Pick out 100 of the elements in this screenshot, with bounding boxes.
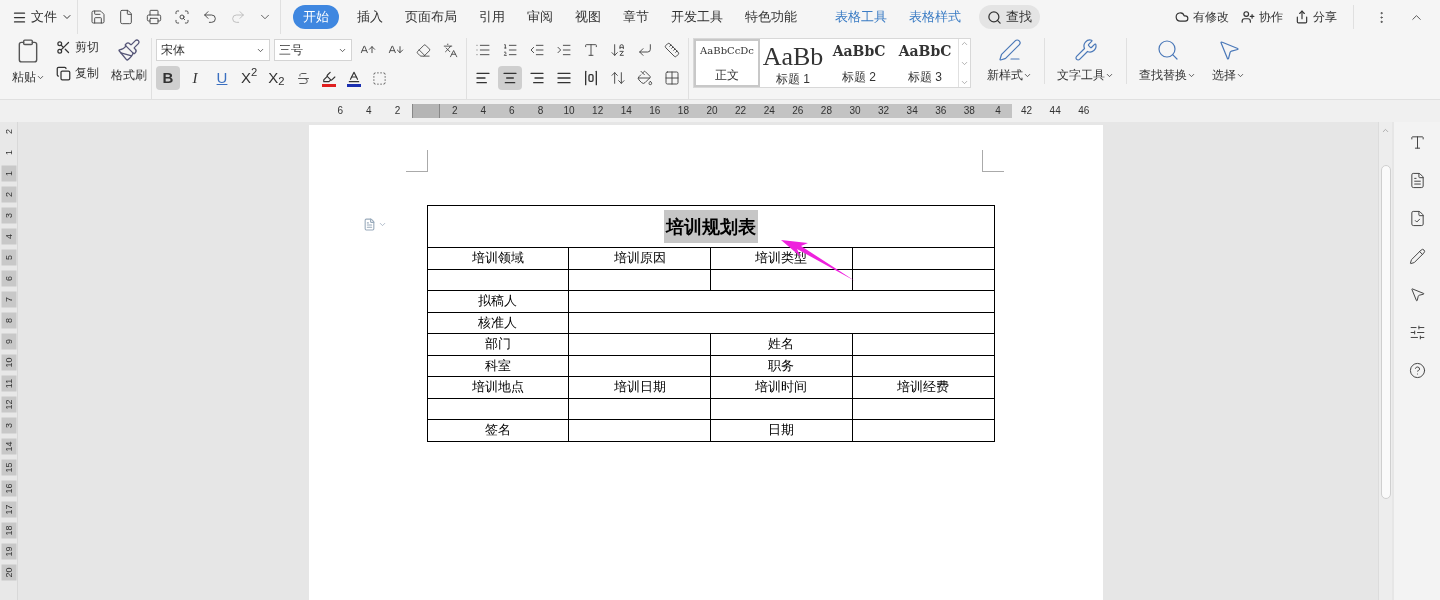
table-cell: 部门 — [427, 333, 569, 355]
ruler-number: 16 — [640, 104, 670, 118]
align-left-icon — [475, 70, 491, 86]
header-action[interactable]: 分享 — [1295, 8, 1337, 26]
distribute-icon — [583, 70, 599, 86]
copy-icon — [56, 65, 71, 81]
table-cell: 培训时间 — [710, 376, 853, 398]
ruler-number: 22 — [726, 104, 755, 118]
ribbon-tool-button[interactable]: 新样式 — [979, 38, 1040, 84]
ruler-number: 26 — [783, 104, 813, 118]
ruler-number: 3 — [1, 207, 16, 224]
table-cell: 培训经费 — [852, 376, 994, 398]
ribbon-tab[interactable]: 视图 — [571, 5, 605, 29]
ruler-number: 34 — [897, 104, 927, 118]
ribbon-tab[interactable]: 开始 — [293, 5, 339, 29]
ruler-number: 28 — [812, 104, 841, 118]
ribbon-tab[interactable]: 表格工具 — [831, 5, 891, 29]
font-name-field[interactable]: 宋体 — [156, 39, 270, 61]
format-button[interactable]: B — [156, 66, 180, 90]
ruler-number: 4 — [1, 228, 16, 245]
ruler-number: 4 — [365, 104, 373, 118]
text-icon — [583, 42, 599, 58]
style-preset[interactable]: AaBbC 标题 2 — [826, 39, 892, 87]
share-icon — [1295, 10, 1309, 24]
align-justify-icon — [556, 70, 572, 86]
ruler-number: 3 — [1, 417, 16, 434]
format-button[interactable]: U — [210, 66, 234, 90]
cursor-icon — [1408, 285, 1426, 303]
table-cell: 核准人 — [427, 312, 569, 334]
bullet-list-icon — [475, 42, 491, 58]
header-action[interactable]: 有修改 — [1175, 8, 1229, 26]
align-center-icon — [502, 70, 518, 86]
file-menu[interactable]: 文件 — [12, 7, 73, 27]
format-button[interactable]: X$_{2}$ — [264, 66, 289, 90]
format-button[interactable]: I — [183, 66, 207, 90]
scissors-icon — [56, 39, 71, 55]
style-preset[interactable]: AaBbCcDc 正文 — [694, 39, 760, 87]
ruler-number: 6 — [1, 270, 16, 287]
paste-button[interactable]: 粘贴 — [8, 38, 48, 86]
ruler-number: 4 — [983, 104, 1013, 118]
ruler-number: 24 — [754, 104, 784, 118]
ribbon-tab[interactable]: 审阅 — [523, 5, 557, 29]
ruler-indent-marker[interactable] — [411, 104, 441, 118]
table-cell: 培训原因 — [568, 247, 711, 269]
grid-icon — [664, 70, 680, 86]
style-preset[interactable]: AaBb 标题 1 — [760, 39, 826, 87]
ribbon-tool-button[interactable]: 文字工具 — [1049, 38, 1122, 84]
ruler-number: 9 — [1, 333, 16, 350]
ribbon-tab[interactable]: 开发工具 — [667, 5, 727, 29]
copy-button[interactable]: 复制 — [56, 64, 99, 82]
phonetic-icon — [443, 42, 458, 58]
ruler-number: 44 — [1048, 104, 1062, 118]
ruler-number: 2 — [440, 104, 469, 118]
ruler-number: 8 — [1, 312, 16, 329]
ribbon-tab[interactable]: 页面布局 — [401, 5, 461, 29]
ruler-number: 20 — [1, 564, 16, 581]
header-action[interactable]: 协作 — [1241, 8, 1283, 26]
table-cell: 培训领域 — [427, 247, 569, 269]
ribbon-tab[interactable]: 特色功能 — [741, 5, 801, 29]
ruler-number: 14 — [611, 104, 641, 118]
ruler-number: 2 — [1, 186, 16, 203]
font-size-field[interactable]: 三号 — [274, 39, 352, 61]
ribbon-tab[interactable]: 表格样式 — [905, 5, 965, 29]
table-cell: 日期 — [710, 419, 853, 441]
format-painter-button[interactable]: 格式刷 — [111, 38, 147, 84]
margin-mark — [981, 150, 1004, 172]
ruler-number: 8 — [526, 104, 555, 118]
line-spacing-icon — [610, 70, 626, 86]
cut-button[interactable]: 剪切 — [56, 38, 99, 56]
table-cell: 姓名 — [710, 333, 853, 355]
align-button[interactable] — [498, 66, 522, 90]
format-button[interactable]: X$^{2}$ — [237, 66, 262, 90]
highlighter-icon — [321, 69, 336, 84]
ribbon-tab[interactable]: 章节 — [619, 5, 653, 29]
ruler-number: 12 — [1, 396, 16, 413]
search-icon — [1155, 38, 1180, 62]
ribbon-tab[interactable]: 引用 — [475, 5, 509, 29]
save-icon — [90, 9, 106, 25]
ruler-number: 5 — [1, 249, 16, 266]
style-preset[interactable]: AaBbC 标题 3 — [892, 39, 958, 87]
ribbon-tool-button[interactable]: 选择 — [1204, 38, 1253, 84]
ribbon-tool-button[interactable]: 查找替换 — [1131, 38, 1204, 84]
caret-icon — [377, 220, 387, 229]
table-title: 培训规划表 — [663, 210, 758, 243]
pen-icon — [997, 38, 1022, 62]
search-button[interactable]: 查找 — [979, 5, 1040, 29]
align-right-icon — [529, 70, 545, 86]
user-plus-icon — [1241, 10, 1255, 24]
redo-icon — [230, 9, 246, 25]
ribbon-tab[interactable]: 插入 — [353, 5, 387, 29]
pencil-icon — [1408, 247, 1426, 265]
ruler-number: 6 — [497, 104, 527, 118]
gallery-scrollbar[interactable] — [958, 39, 970, 87]
ruler-number: 18 — [669, 104, 698, 118]
paint-bucket-icon — [637, 70, 653, 86]
bordered-box-icon — [371, 70, 387, 86]
ruler-number: 17 — [1, 501, 16, 518]
printer-icon — [146, 9, 162, 25]
scrollbar-thumb[interactable] — [1380, 165, 1391, 499]
ruler-number: 38 — [955, 104, 984, 118]
